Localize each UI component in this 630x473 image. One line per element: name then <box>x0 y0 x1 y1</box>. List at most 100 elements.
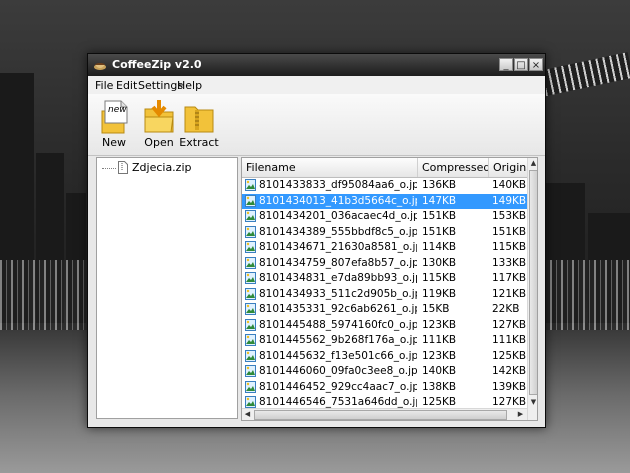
open-label: Open <box>144 136 174 149</box>
extract-button[interactable]: Extract <box>177 97 221 153</box>
file-row[interactable]: 8101434201_036acaec4d_o.jpg 151KB 153KB <box>242 209 527 224</box>
image-file-icon <box>245 256 256 269</box>
compressed-size-cell: 114KB <box>422 241 457 253</box>
compressed-size-cell: 15KB <box>422 303 450 315</box>
menu-edit[interactable]: Edit <box>116 79 137 92</box>
file-name-cell: 8101445562_9b268f176a_o.jpg <box>245 333 417 348</box>
compressed-size-cell: 151KB <box>422 225 457 238</box>
file-name: 8101434389_555bbdf8c5_o.jpg <box>259 225 417 238</box>
file-row[interactable]: 8101445632_f13e501c66_o.jpg 123KB 125KB <box>242 349 527 364</box>
original-size-cell: 117KB <box>492 272 527 284</box>
compressed-size-cell: 138KB <box>422 380 457 393</box>
original-size-cell: 142KB <box>492 365 527 377</box>
file-row[interactable]: 8101434389_555bbdf8c5_o.jpg 151KB 151KB <box>242 225 527 240</box>
file-name: 8101446452_929cc4aac7_o.jpg <box>259 380 417 393</box>
menu-file[interactable]: File <box>95 79 113 92</box>
file-name-cell: 8101434389_555bbdf8c5_o.jpg <box>245 225 417 240</box>
file-name-cell: 8101434933_511c2d905b_o.jpg <box>245 287 417 302</box>
file-row[interactable]: 8101434831_e7da89bb93_o.jpg 115KB 117KB <box>242 271 527 286</box>
file-name: 8101446060_09fa0c3ee8_o.jpg <box>259 365 417 377</box>
scroll-up-icon[interactable]: ▲ <box>528 158 537 169</box>
file-name: 8101433833_df95084aa6_o.jpg <box>259 179 417 191</box>
window-title: CoffeeZip v2.0 <box>112 58 202 71</box>
file-row[interactable]: 8101434671_21630a8581_o.jpg 114KB 115KB <box>242 240 527 255</box>
file-row[interactable]: 8101446060_09fa0c3ee8_o.jpg 140KB 142KB <box>242 364 527 379</box>
compressed-size-cell: 115KB <box>422 272 457 284</box>
file-row[interactable]: 8101445562_9b268f176a_o.jpg 111KB 111KB <box>242 333 527 348</box>
column-original-size[interactable]: Original S <box>489 158 527 177</box>
original-size-cell: 115KB <box>492 241 527 253</box>
minimize-button[interactable]: _ <box>499 58 513 71</box>
original-size-cell: 140KB <box>492 179 527 191</box>
file-name-cell: 8101434013_41b3d5664c_o.jpg <box>245 194 417 209</box>
zip-folder-icon <box>181 97 217 135</box>
file-name: 8101445488_5974160fc0_o.jpg <box>259 318 417 331</box>
close-button[interactable]: × <box>529 58 543 71</box>
image-file-icon <box>245 349 256 362</box>
title-bar[interactable]: CoffeeZip v2.0 _ □ × <box>88 54 545 76</box>
file-row[interactable]: 8101446452_929cc4aac7_o.jpg 138KB 139KB <box>242 380 527 395</box>
image-file-icon <box>245 241 256 253</box>
file-name-cell: 8101433833_df95084aa6_o.jpg <box>245 178 417 193</box>
vertical-scroll-thumb[interactable] <box>529 170 537 395</box>
column-compressed-size[interactable]: Compressed Size <box>418 158 489 177</box>
file-name: 8101434201_036acaec4d_o.jpg <box>259 210 417 222</box>
image-file-icon <box>245 334 256 346</box>
image-file-icon <box>245 396 256 408</box>
column-filename[interactable]: Filename <box>242 158 418 177</box>
file-name: 8101445562_9b268f176a_o.jpg <box>259 334 417 346</box>
file-name: 8101445632_f13e501c66_o.jpg <box>259 349 417 362</box>
file-name-cell: 8101434201_036acaec4d_o.jpg <box>245 209 417 224</box>
file-row[interactable]: 8101434013_41b3d5664c_o.jpg 147KB 149KB <box>242 193 527 209</box>
compressed-size-cell: 123KB <box>422 318 457 331</box>
compressed-size-cell: 119KB <box>422 287 457 300</box>
image-file-icon <box>245 210 256 222</box>
compressed-size-cell: 147KB <box>422 194 457 207</box>
file-name: 8101435331_92c6ab6261_o.jpg <box>259 303 417 315</box>
file-row[interactable]: 8101434759_807efa8b57_o.jpg 130KB 133KB <box>242 256 527 271</box>
file-list: Filename Compressed Size Original S 8101… <box>241 157 538 421</box>
new-button[interactable]: new New <box>92 97 136 153</box>
list-header: Filename Compressed Size Original S <box>242 158 527 178</box>
file-row[interactable]: 8101435331_92c6ab6261_o.jpg 15KB 22KB <box>242 302 527 317</box>
archive-tree: Zdjecia.zip <box>96 157 238 419</box>
file-name: 8101434933_511c2d905b_o.jpg <box>259 287 417 300</box>
original-size-cell: 22KB <box>492 303 520 315</box>
maximize-button[interactable]: □ <box>514 58 528 71</box>
image-file-icon <box>245 225 256 238</box>
menu-bar: File Edit Settings Help <box>88 76 545 94</box>
image-file-icon <box>245 318 256 331</box>
file-name: 8101434831_e7da89bb93_o.jpg <box>259 272 417 284</box>
compressed-size-cell: 123KB <box>422 349 457 362</box>
original-size-cell: 111KB <box>492 334 527 346</box>
file-name-cell: 8101445632_f13e501c66_o.jpg <box>245 349 417 364</box>
menu-help[interactable]: Help <box>177 79 202 92</box>
horizontal-scrollbar[interactable]: ◀ ▶ <box>242 408 527 420</box>
new-badge: new <box>108 105 127 115</box>
file-row[interactable]: 8101433833_df95084aa6_o.jpg 136KB 140KB <box>242 178 527 193</box>
tree-connector <box>102 168 116 169</box>
horizontal-scroll-thumb[interactable] <box>254 410 507 420</box>
zip-file-icon <box>118 161 128 174</box>
tree-item-label: Zdjecia.zip <box>132 161 192 174</box>
file-name: 8101434759_807efa8b57_o.jpg <box>259 256 417 269</box>
file-name-cell: 8101434759_807efa8b57_o.jpg <box>245 256 417 271</box>
file-row[interactable]: 8101434933_511c2d905b_o.jpg 119KB 121KB <box>242 287 527 302</box>
scroll-left-icon[interactable]: ◀ <box>242 409 253 420</box>
original-size-cell: 125KB <box>492 349 527 362</box>
extract-label: Extract <box>179 136 219 149</box>
file-name-cell: 8101434831_e7da89bb93_o.jpg <box>245 271 417 286</box>
file-name-cell: 8101445488_5974160fc0_o.jpg <box>245 318 417 333</box>
scroll-right-icon[interactable]: ▶ <box>515 409 526 420</box>
original-size-cell: 139KB <box>492 380 527 393</box>
compressed-size-cell: 130KB <box>422 256 457 269</box>
file-row[interactable]: 8101445488_5974160fc0_o.jpg 123KB 127KB <box>242 318 527 333</box>
toolbar: new New Open Extract <box>88 94 545 156</box>
file-name-cell: 8101435331_92c6ab6261_o.jpg <box>245 302 417 317</box>
scroll-down-icon[interactable]: ▼ <box>528 397 537 408</box>
open-folder-icon <box>141 97 177 135</box>
vertical-scrollbar[interactable]: ▲ ▼ <box>527 158 537 420</box>
original-size-cell: 149KB <box>492 194 527 207</box>
image-file-icon <box>245 287 256 300</box>
open-button[interactable]: Open <box>137 97 181 153</box>
